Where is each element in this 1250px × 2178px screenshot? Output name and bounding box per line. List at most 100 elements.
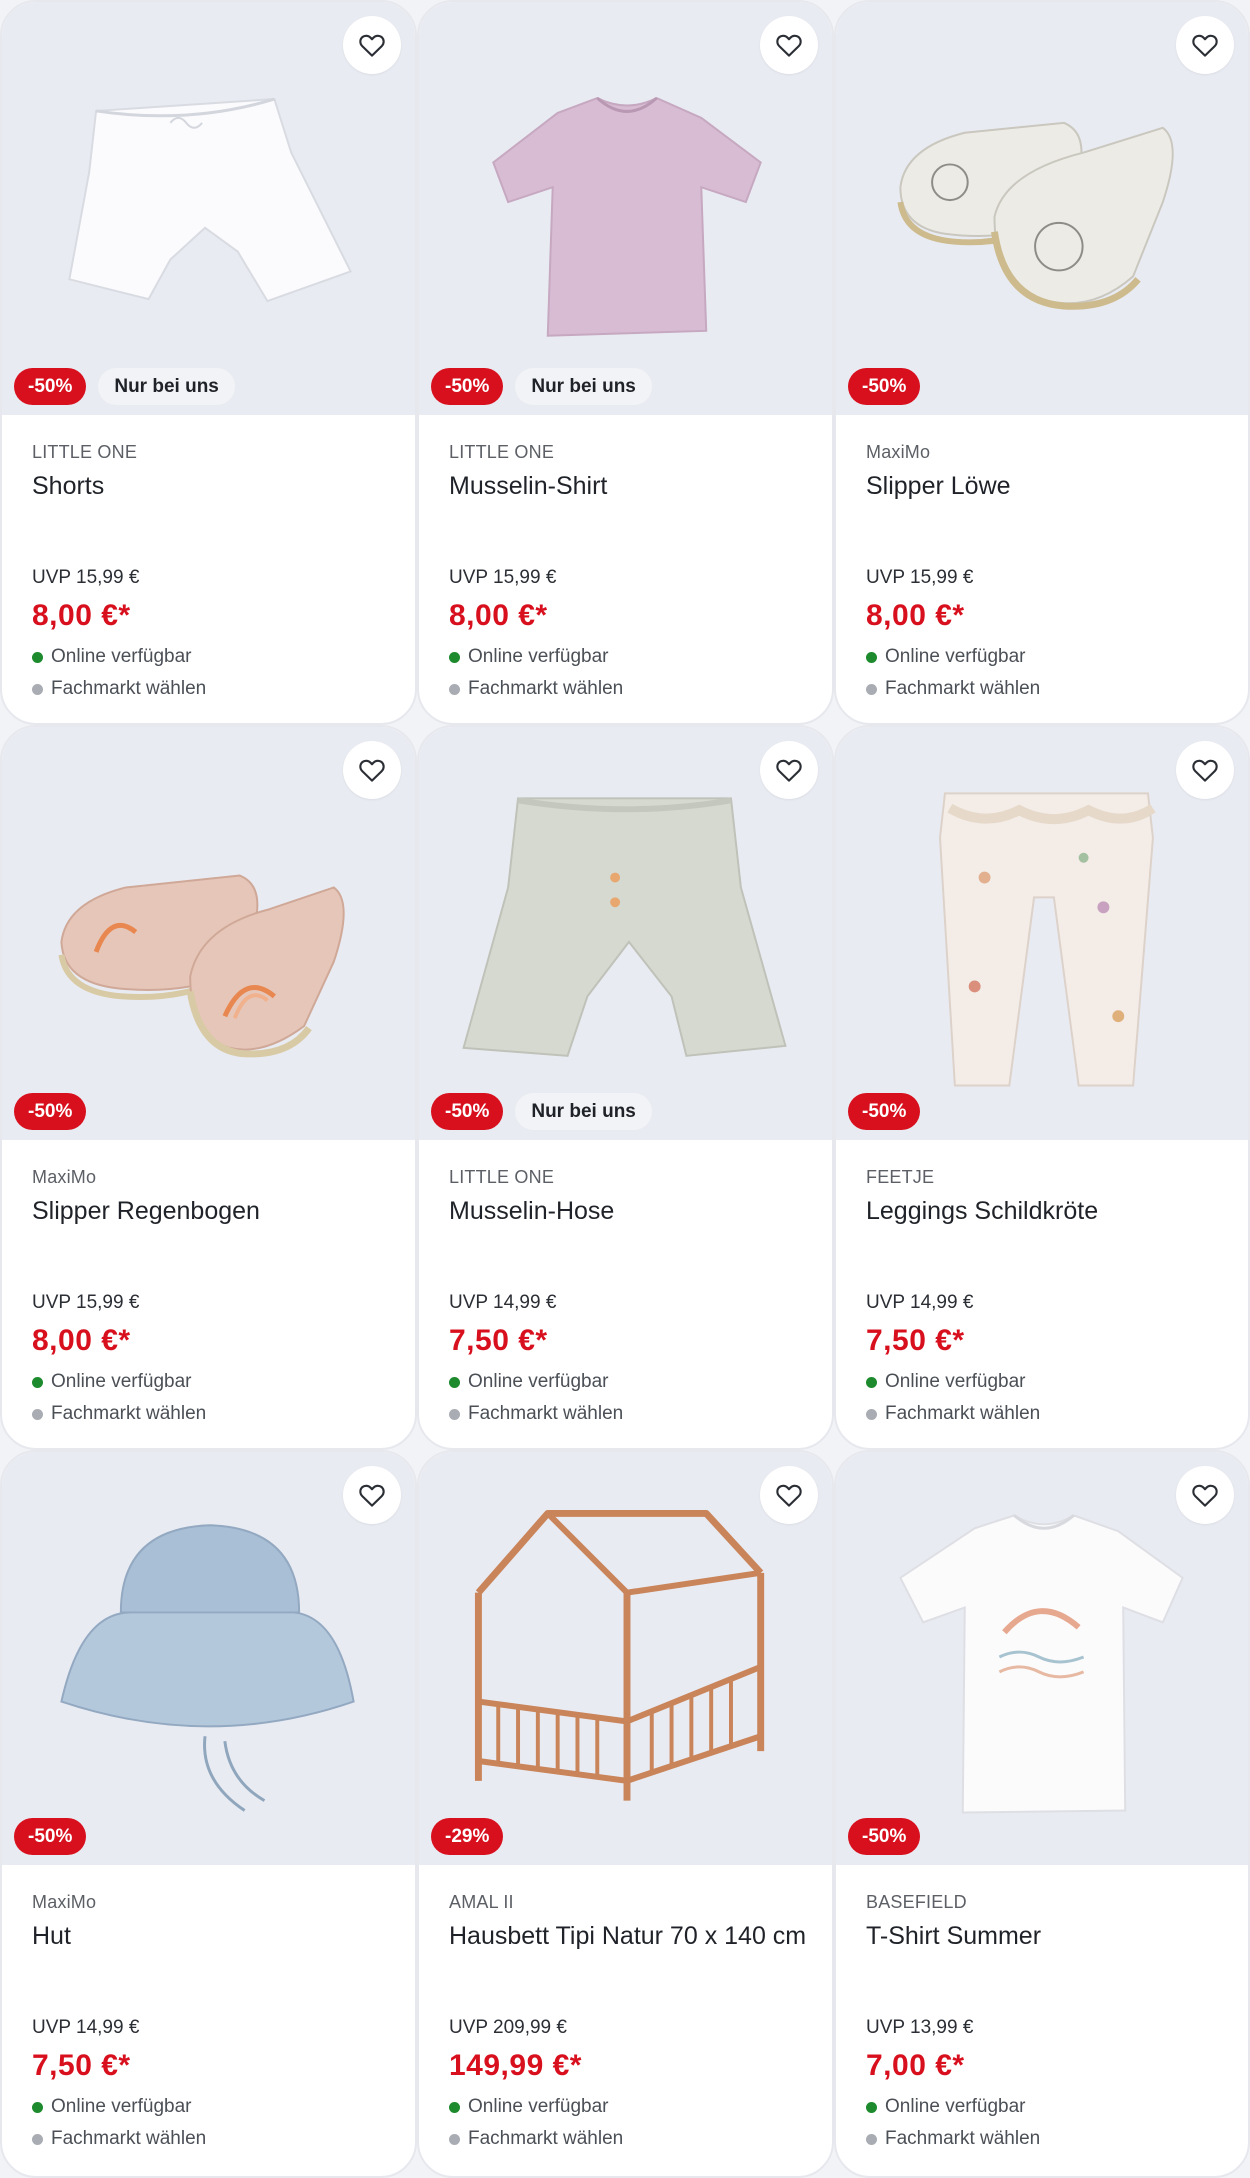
product-image-area[interactable]: -50% (836, 1452, 1248, 1865)
store-label[interactable]: Fachmarkt wählen (468, 2128, 623, 2150)
online-label: Online verfügbar (885, 1371, 1026, 1392)
product-uvp: UVP 14,99 € (866, 1292, 974, 1313)
product-info: AMAL II Hausbett Tipi Natur 70 x 140 cm (449, 1892, 812, 1953)
favorite-button[interactable] (1176, 1466, 1234, 1524)
product-image-area[interactable]: -50% Nur bei uns (2, 2, 415, 415)
product-image-area[interactable]: -29% (419, 1452, 832, 1865)
product-card[interactable]: -50% Nur bei uns LITTLE ONE Musselin-Shi… (417, 0, 834, 725)
store-select[interactable]: Fachmarkt wählen (866, 1403, 1040, 1425)
product-card[interactable]: -50% MaxiMo Slipper Löwe UVP 15,99 € 8,0… (834, 0, 1250, 725)
product-card[interactable]: -50% Nur bei uns LITTLE ONE Musselin-Hos… (417, 725, 834, 1450)
product-brand: MaxiMo (866, 442, 931, 462)
product-name[interactable]: Leggings Schildkröte (866, 1195, 1228, 1228)
product-uvp: UVP 14,99 € (449, 1292, 557, 1313)
product-price: 8,00 €* (32, 599, 131, 632)
product-image-area[interactable]: -50% (2, 1452, 415, 1865)
store-label[interactable]: Fachmarkt wählen (885, 1403, 1040, 1425)
store-label[interactable]: Fachmarkt wählen (51, 1403, 206, 1425)
badges: -50% Nur bei uns (431, 1093, 652, 1130)
store-dot-icon (449, 2133, 460, 2145)
product-card[interactable]: -50% MaxiMo Slipper Regenbogen UVP 15,99… (0, 725, 417, 1450)
product-brand: BASEFIELD (866, 1892, 967, 1912)
badges: -50% Nur bei uns (14, 368, 235, 405)
online-availability: Online verfügbar (449, 1371, 623, 1393)
product-name[interactable]: Hut (32, 1920, 395, 1953)
heart-outline-icon (776, 759, 802, 782)
discount-badge: -50% (14, 1818, 87, 1855)
discount-badge: -50% (14, 1093, 87, 1130)
product-image-area[interactable]: -50% (2, 727, 415, 1140)
favorite-button[interactable] (760, 16, 818, 74)
store-select[interactable]: Fachmarkt wählen (866, 678, 1040, 700)
badges: -50% (848, 1818, 921, 1855)
available-dot-icon (866, 2101, 877, 2113)
product-brand: MaxiMo (32, 1892, 97, 1912)
price-block: UVP 209,99 € 149,99 €* Online verfügbar … (449, 2017, 623, 2150)
product-name[interactable]: Hausbett Tipi Natur 70 x 140 cm (449, 1920, 812, 1953)
product-brand: MaxiMo (32, 1167, 97, 1187)
store-label[interactable]: Fachmarkt wählen (885, 2128, 1040, 2150)
store-select[interactable]: Fachmarkt wählen (449, 678, 623, 700)
store-select[interactable]: Fachmarkt wählen (866, 2128, 1040, 2150)
product-name[interactable]: T-Shirt Summer (866, 1920, 1228, 1953)
product-price: 7,50 €* (32, 2049, 131, 2082)
favorite-button[interactable] (343, 16, 401, 74)
product-card[interactable]: -50% Nur bei uns LITTLE ONE Shorts UVP 1… (0, 0, 417, 725)
store-label[interactable]: Fachmarkt wählen (885, 678, 1040, 700)
product-price: 8,00 €* (32, 1324, 131, 1357)
product-card[interactable]: -50% FEETJE Leggings Schildkröte UVP 14,… (834, 725, 1250, 1450)
price-block: UVP 14,99 € 7,50 €* Online verfügbar Fac… (866, 1292, 1040, 1425)
available-dot-icon (866, 1376, 877, 1388)
product-card[interactable]: -29% AMAL II Hausbett Tipi Natur 70 x 14… (417, 1450, 834, 2178)
product-image-area[interactable]: -50% (836, 727, 1248, 1140)
available-dot-icon (449, 651, 460, 663)
discount-badge: -50% (14, 368, 87, 405)
online-label: Online verfügbar (468, 2096, 609, 2117)
store-select[interactable]: Fachmarkt wählen (32, 2128, 206, 2150)
store-label[interactable]: Fachmarkt wählen (51, 678, 206, 700)
badges: -29% (431, 1818, 504, 1855)
favorite-button[interactable] (760, 1466, 818, 1524)
discount-badge: -50% (848, 1818, 921, 1855)
favorite-button[interactable] (343, 1466, 401, 1524)
product-price: 149,99 €* (449, 2049, 582, 2082)
store-select[interactable]: Fachmarkt wählen (449, 1403, 623, 1425)
product-uvp: UVP 14,99 € (32, 2017, 140, 2038)
store-dot-icon (866, 2133, 877, 2145)
store-dot-icon (32, 683, 43, 695)
store-label[interactable]: Fachmarkt wählen (468, 678, 623, 700)
favorite-button[interactable] (1176, 741, 1234, 799)
product-name[interactable]: Musselin-Hose (449, 1195, 812, 1228)
product-name[interactable]: Slipper Löwe (866, 470, 1228, 503)
online-availability: Online verfügbar (32, 1371, 206, 1393)
badges: -50% (14, 1818, 87, 1855)
product-info: MaxiMo Hut (32, 1892, 395, 1953)
exclusive-badge: Nur bei uns (515, 368, 652, 405)
product-name[interactable]: Slipper Regenbogen (32, 1195, 395, 1228)
online-label: Online verfügbar (885, 2096, 1026, 2117)
product-image-area[interactable]: -50% (836, 2, 1248, 415)
favorite-button[interactable] (1176, 16, 1234, 74)
badges: -50% Nur bei uns (431, 368, 652, 405)
favorite-button[interactable] (343, 741, 401, 799)
product-image-area[interactable]: -50% Nur bei uns (419, 2, 832, 415)
store-select[interactable]: Fachmarkt wählen (32, 678, 206, 700)
product-name[interactable]: Shorts (32, 470, 395, 503)
product-name[interactable]: Musselin-Shirt (449, 470, 812, 503)
product-image-area[interactable]: -50% Nur bei uns (419, 727, 832, 1140)
product-brand: LITTLE ONE (449, 1167, 555, 1187)
online-label: Online verfügbar (468, 1371, 609, 1392)
store-select[interactable]: Fachmarkt wählen (449, 2128, 623, 2150)
product-price: 8,00 €* (449, 599, 548, 632)
product-card[interactable]: -50% MaxiMo Hut UVP 14,99 € 7,50 €* Onli… (0, 1450, 417, 2178)
store-label[interactable]: Fachmarkt wählen (51, 2128, 206, 2150)
price-block: UVP 15,99 € 8,00 €* Online verfügbar Fac… (449, 567, 623, 700)
store-label[interactable]: Fachmarkt wählen (468, 1403, 623, 1425)
online-label: Online verfügbar (51, 2096, 192, 2117)
product-card[interactable]: -50% BASEFIELD T-Shirt Summer UVP 13,99 … (834, 1450, 1250, 2178)
exclusive-badge: Nur bei uns (515, 1093, 652, 1130)
online-availability: Online verfügbar (866, 1371, 1040, 1393)
favorite-button[interactable] (760, 741, 818, 799)
online-label: Online verfügbar (468, 646, 609, 667)
store-select[interactable]: Fachmarkt wählen (32, 1403, 206, 1425)
